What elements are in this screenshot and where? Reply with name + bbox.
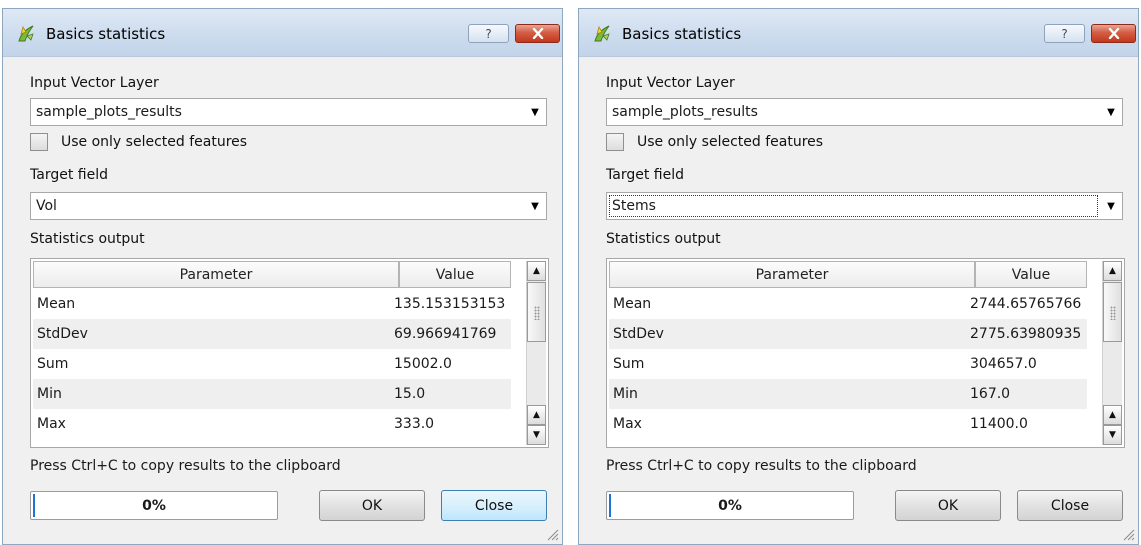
target-field-value: Stems: [612, 198, 656, 214]
scrollbar-thumb[interactable]: [527, 282, 546, 342]
cell-value: 2744.65765766: [970, 296, 1082, 312]
cell-parameter: Sum: [37, 356, 69, 372]
cell-value: 333.0: [394, 416, 435, 432]
use-selected-label[interactable]: Use only selected features: [61, 134, 247, 150]
cell-value: 15.0: [394, 386, 426, 402]
cell-parameter: Sum: [613, 356, 645, 372]
cell-parameter: Mean: [37, 296, 76, 312]
close-button[interactable]: Close: [441, 490, 547, 521]
cell-parameter: StdDev: [613, 326, 664, 342]
column-header-value[interactable]: Value: [975, 261, 1087, 288]
use-selected-checkbox[interactable]: [30, 133, 48, 151]
statistics-output-label: Statistics output: [30, 231, 145, 247]
progress-text: 0%: [142, 498, 166, 514]
vertical-scrollbar[interactable]: ▲ ▲ ▼: [1102, 261, 1122, 445]
title-bar[interactable]: Basics statistics ?: [579, 9, 1138, 57]
table-row[interactable]: Max 11400.0: [609, 409, 1087, 439]
target-field-combobox[interactable]: Vol ▼: [30, 192, 547, 220]
clipboard-hint: Press Ctrl+C to copy results to the clip…: [30, 458, 341, 474]
target-field-label: Target field: [606, 167, 684, 183]
target-field-label: Target field: [30, 167, 108, 183]
close-icon: [532, 28, 543, 39]
arrow-up-icon[interactable]: ▲: [527, 405, 546, 425]
basic-statistics-dialog-right: Basics statistics ? Input Vector Layer s…: [578, 8, 1139, 545]
close-icon: [1108, 28, 1119, 39]
cell-parameter: Mean: [613, 296, 652, 312]
close-window-button[interactable]: [515, 24, 560, 43]
progress-bar: 0%: [606, 491, 854, 520]
table-row[interactable]: Min 167.0: [609, 379, 1087, 409]
cell-parameter: Min: [613, 386, 638, 402]
qgis-icon: [18, 25, 34, 42]
statistics-table[interactable]: Parameter Value Mean 2744.65765766 StdDe…: [606, 258, 1125, 448]
input-layer-label: Input Vector Layer: [606, 75, 735, 91]
help-button[interactable]: ?: [468, 24, 509, 43]
scrollbar-thumb[interactable]: [1103, 282, 1122, 342]
ok-button[interactable]: OK: [895, 490, 1001, 521]
use-selected-checkbox[interactable]: [606, 133, 624, 151]
progress-text: 0%: [718, 498, 742, 514]
cell-parameter: StdDev: [37, 326, 88, 342]
input-layer-combobox[interactable]: sample_plots_results ▼: [30, 98, 547, 126]
resize-grip-icon[interactable]: [1121, 527, 1135, 541]
title-bar[interactable]: Basics statistics ?: [3, 9, 562, 57]
table-row[interactable]: Sum 304657.0: [609, 349, 1087, 379]
qgis-icon: [594, 25, 610, 42]
chevron-down-icon[interactable]: ▼: [524, 193, 546, 219]
resize-grip-icon[interactable]: [545, 527, 559, 541]
input-layer-value: sample_plots_results: [36, 104, 182, 120]
clipboard-hint: Press Ctrl+C to copy results to the clip…: [606, 458, 917, 474]
table-row[interactable]: Sum 15002.0: [33, 349, 511, 379]
close-window-button[interactable]: [1091, 24, 1136, 43]
arrow-up-icon[interactable]: ▲: [1103, 261, 1122, 281]
use-selected-label[interactable]: Use only selected features: [637, 134, 823, 150]
arrow-down-icon[interactable]: ▼: [527, 425, 546, 445]
focus-rect: [609, 195, 1098, 217]
cell-value: 167.0: [970, 386, 1011, 402]
table-row[interactable]: Min 15.0: [33, 379, 511, 409]
cell-value: 304657.0: [970, 356, 1037, 372]
table-row[interactable]: Max 333.0: [33, 409, 511, 439]
column-header-parameter[interactable]: Parameter: [33, 261, 399, 288]
chevron-down-icon[interactable]: ▼: [1100, 193, 1122, 219]
column-header-value[interactable]: Value: [399, 261, 511, 288]
vertical-scrollbar[interactable]: ▲ ▲ ▼: [526, 261, 546, 445]
arrow-up-icon[interactable]: ▲: [1103, 405, 1122, 425]
dialog-title: Basics statistics: [622, 25, 742, 43]
cell-value: 2775.63980935: [970, 326, 1082, 342]
column-header-parameter[interactable]: Parameter: [609, 261, 975, 288]
cell-value: 135.153153153: [394, 296, 506, 312]
help-icon: ?: [1061, 26, 1068, 41]
grip-icon: [1110, 306, 1116, 320]
chevron-down-icon[interactable]: ▼: [524, 99, 546, 125]
help-icon: ?: [485, 26, 492, 41]
input-layer-label: Input Vector Layer: [30, 75, 159, 91]
help-button[interactable]: ?: [1044, 24, 1085, 43]
cell-value: 69.966941769: [394, 326, 497, 342]
table-row[interactable]: StdDev 69.966941769: [33, 319, 511, 349]
target-field-value: Vol: [36, 198, 57, 214]
arrow-up-icon[interactable]: ▲: [527, 261, 546, 281]
statistics-table[interactable]: Parameter Value Mean 135.153153153 StdDe…: [30, 258, 549, 448]
target-field-combobox[interactable]: Stems ▼: [606, 192, 1123, 220]
arrow-down-icon[interactable]: ▼: [1103, 425, 1122, 445]
cell-value: 11400.0: [970, 416, 1028, 432]
input-layer-value: sample_plots_results: [612, 104, 758, 120]
ok-button[interactable]: OK: [319, 490, 425, 521]
statistics-output-label: Statistics output: [606, 231, 721, 247]
input-layer-combobox[interactable]: sample_plots_results ▼: [606, 98, 1123, 126]
grip-icon: [534, 306, 540, 320]
dialog-title: Basics statistics: [46, 25, 166, 43]
progress-bar: 0%: [30, 491, 278, 520]
table-row[interactable]: Mean 2744.65765766: [609, 289, 1087, 319]
table-row[interactable]: Mean 135.153153153: [33, 289, 511, 319]
chevron-down-icon[interactable]: ▼: [1100, 99, 1122, 125]
cell-value: 15002.0: [394, 356, 452, 372]
table-row[interactable]: StdDev 2775.63980935: [609, 319, 1087, 349]
cell-parameter: Max: [37, 416, 66, 432]
close-button[interactable]: Close: [1017, 490, 1123, 521]
basic-statistics-dialog-left: Basics statistics ? Input Vector Layer s…: [2, 8, 563, 545]
cell-parameter: Max: [613, 416, 642, 432]
cell-parameter: Min: [37, 386, 62, 402]
